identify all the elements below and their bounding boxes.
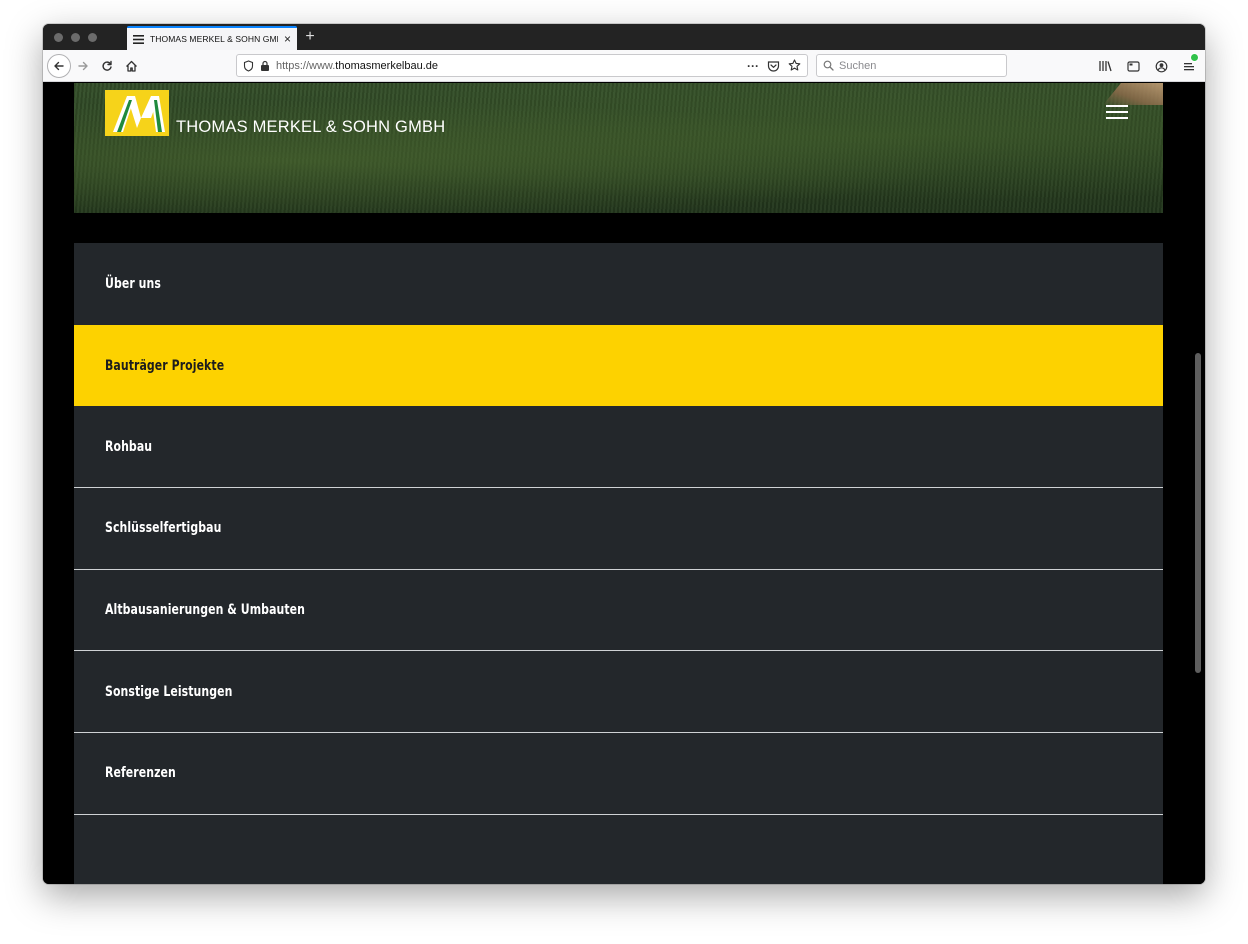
hamburger-bar	[1106, 117, 1128, 119]
menu-item-label: Schlüsselfertigbau	[105, 520, 222, 537]
hero-path-accent	[1103, 83, 1163, 105]
sidebar-icon	[1126, 60, 1140, 72]
nav-toolbar: https://www.thomasmerkelbau.de ··· Suche…	[43, 50, 1205, 82]
hamburger-favicon-icon	[133, 34, 144, 44]
back-button[interactable]	[47, 53, 71, 78]
shield-icon[interactable]	[243, 59, 254, 72]
search-bar[interactable]: Suchen	[816, 54, 1007, 77]
arrow-right-icon	[78, 61, 88, 70]
library-button[interactable]	[1095, 54, 1115, 78]
app-menu-button[interactable]	[1179, 53, 1199, 78]
menu-item-schluesselfertigbau[interactable]: Schlüsselfertigbau	[74, 488, 1163, 570]
menu-item-referenzen[interactable]: Referenzen	[74, 733, 1163, 815]
browser-window: THOMAS MERKEL & SOHN GMBH × + https://ww…	[43, 24, 1205, 884]
star-icon[interactable]	[788, 59, 801, 72]
menu-item-bautraeger-projekte[interactable]: Bauträger Projekte	[74, 324, 1163, 407]
sidebar-button[interactable]	[1123, 54, 1143, 78]
logo-m-icon	[113, 96, 165, 132]
company-logo[interactable]	[105, 90, 169, 136]
reload-icon	[102, 60, 112, 71]
home-button[interactable]	[119, 54, 143, 78]
tab-active[interactable]: THOMAS MERKEL & SOHN GMBH ×	[127, 26, 297, 50]
menu-item-altbausanierungen[interactable]: Altbausanierungen & Umbauten	[74, 570, 1163, 652]
menu-item-label: Sonstige Leistungen	[105, 683, 233, 700]
page-scrollbar[interactable]	[1191, 83, 1205, 884]
menu-item-label: Rohbau	[105, 438, 153, 455]
lock-icon[interactable]	[260, 60, 270, 72]
menu-item-sonstige-leistungen[interactable]: Sonstige Leistungen	[74, 651, 1163, 734]
hamburger-bar	[1106, 111, 1128, 113]
library-icon	[1099, 61, 1112, 72]
minimize-window-icon[interactable]	[71, 32, 80, 42]
tab-strip: THOMAS MERKEL & SOHN GMBH × +	[43, 24, 1205, 50]
menu-icon	[1184, 62, 1194, 70]
home-icon	[125, 60, 137, 72]
hamburger-menu-icon[interactable]	[1106, 105, 1128, 119]
account-icon	[1155, 60, 1167, 72]
forward-button[interactable]	[71, 54, 95, 78]
page-viewport: THOMAS MERKEL & SOHN GMBH Über uns Bautr…	[43, 83, 1205, 884]
search-icon	[823, 60, 834, 71]
account-button[interactable]	[1151, 54, 1171, 78]
toolbar-right	[1095, 53, 1199, 78]
tab-title: THOMAS MERKEL & SOHN GMBH	[150, 34, 278, 44]
page-actions-icon[interactable]: ···	[747, 59, 759, 73]
url-prefix: https://www.	[276, 59, 336, 72]
reload-button[interactable]	[95, 54, 119, 78]
scrollbar-thumb[interactable]	[1195, 353, 1201, 673]
new-tab-button[interactable]: +	[297, 24, 323, 50]
search-placeholder: Suchen	[839, 59, 877, 72]
menu-item-label: Altbausanierungen & Umbauten	[105, 602, 306, 619]
main-menu: Über uns Bauträger Projekte Rohbau Schlü…	[74, 243, 1163, 884]
hero-banner: THOMAS MERKEL & SOHN GMBH	[74, 83, 1163, 213]
brand-name[interactable]: THOMAS MERKEL & SOHN GMBH	[176, 118, 445, 137]
pocket-icon[interactable]	[767, 60, 780, 72]
url-bar[interactable]: https://www.thomasmerkelbau.de ···	[236, 54, 808, 77]
menu-item-label: Referenzen	[105, 765, 176, 782]
url-text[interactable]: https://www.thomasmerkelbau.de	[276, 60, 741, 72]
menu-item-label: Bauträger Projekte	[105, 357, 225, 374]
menu-item-label: Über uns	[105, 275, 161, 292]
url-domain: thomasmerkelbau.de	[335, 59, 439, 72]
update-badge-icon	[1190, 53, 1199, 62]
arrow-left-icon	[54, 61, 64, 70]
menu-item-rohbau[interactable]: Rohbau	[74, 406, 1163, 489]
maximize-window-icon[interactable]	[88, 32, 97, 42]
url-actions: ···	[747, 59, 801, 73]
window-controls	[43, 24, 127, 50]
tab-close-icon[interactable]: ×	[284, 33, 291, 45]
close-window-icon[interactable]	[54, 32, 63, 42]
menu-item-ueber-uns[interactable]: Über uns	[74, 243, 1163, 325]
hamburger-bar	[1106, 105, 1128, 107]
